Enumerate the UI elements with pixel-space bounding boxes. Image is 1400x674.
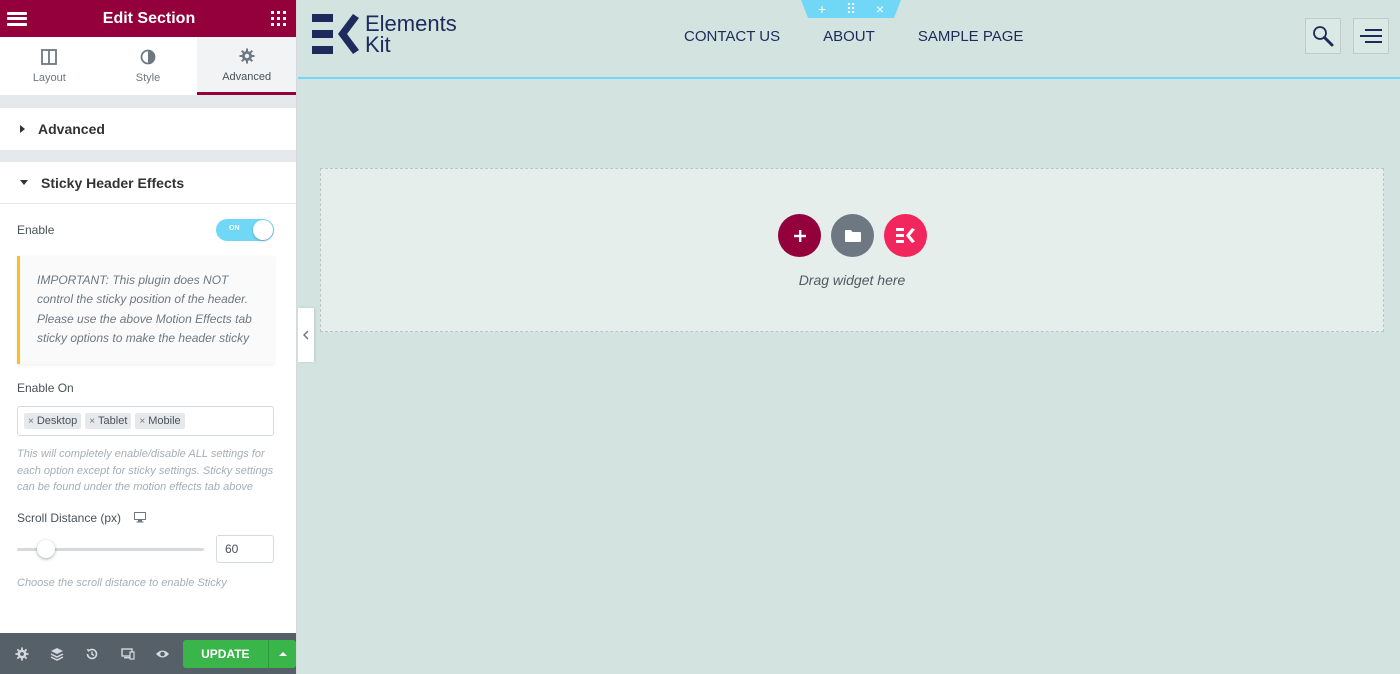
section-sticky-title: Sticky Header Effects xyxy=(41,174,185,191)
section-divider xyxy=(0,150,296,162)
drag-section-icon[interactable]: ⠿ xyxy=(846,1,856,17)
tab-advanced[interactable]: Advanced xyxy=(197,37,297,95)
navigator-layers-icon[interactable] xyxy=(39,633,74,674)
remove-chip-icon[interactable]: × xyxy=(28,416,34,427)
scroll-distance-label: Scroll Distance (px) xyxy=(17,510,122,525)
plus-icon xyxy=(793,229,806,242)
remove-chip-icon[interactable]: × xyxy=(89,416,95,427)
handle-wing xyxy=(801,0,808,18)
drop-zone-text: Drag widget here xyxy=(798,272,906,288)
enable-on-label: Enable On xyxy=(17,381,74,396)
panel-title: Edit Section xyxy=(102,9,196,27)
enable-switch[interactable]: ON xyxy=(216,219,274,241)
chip-label: Tablet xyxy=(98,415,128,428)
panel-tabs: Layout Style Advanced xyxy=(0,37,297,96)
chip-tablet: × Tablet xyxy=(85,413,132,430)
nav-link-contact-us[interactable]: CONTACT US xyxy=(684,28,780,45)
menu-lines-icon xyxy=(1360,29,1382,43)
enable-label: Enable xyxy=(17,223,55,237)
enable-control: Enable ON xyxy=(0,219,296,241)
remove-chip-icon[interactable]: × xyxy=(139,416,145,427)
handle-body: + ⠿ × xyxy=(808,0,894,18)
section-divider xyxy=(0,96,296,108)
important-notice: IMPORTANT: This plugin does NOT control … xyxy=(17,256,274,365)
section-advanced-title: Advanced xyxy=(38,121,105,137)
tab-layout[interactable]: Layout xyxy=(0,37,99,95)
close-section-icon[interactable]: × xyxy=(876,1,884,17)
desktop-device-icon[interactable] xyxy=(134,512,147,523)
widgets-grid-icon[interactable] xyxy=(270,11,286,26)
scroll-distance-description: Choose the scroll distance to enable Sti… xyxy=(17,576,227,589)
handle-wing xyxy=(894,0,901,18)
chip-label: Mobile xyxy=(148,415,181,428)
logo-wordmark: Elements Kit xyxy=(365,11,457,57)
tab-style[interactable]: Style xyxy=(98,37,198,95)
section-advanced-toggle[interactable]: Advanced xyxy=(0,108,296,150)
scroll-distance-slider[interactable] xyxy=(17,539,204,559)
nav-link-about[interactable]: ABOUT xyxy=(823,28,875,45)
offcanvas-menu-button[interactable] xyxy=(1353,18,1389,54)
menu-hamburger-icon[interactable] xyxy=(7,11,27,26)
chip-label: Desktop xyxy=(36,415,78,428)
scroll-distance-input[interactable] xyxy=(216,534,274,563)
panel-header: Edit Section xyxy=(0,0,296,37)
editor-panel: Edit Section Layout Style Advanced Advan… xyxy=(0,0,297,674)
logo-line-1: Elements xyxy=(365,11,457,36)
main-navigation: CONTACT US ABOUT SAMPLE PAGE xyxy=(684,28,1023,45)
update-button[interactable]: UPDATE xyxy=(182,639,269,668)
layout-columns-icon xyxy=(41,48,58,66)
elementskit-library-button[interactable] xyxy=(884,214,927,257)
enable-on-control: Enable On × Desktop × Tablet × Mobile This … xyxy=(0,381,296,496)
responsive-icon[interactable] xyxy=(110,633,145,674)
update-options-caret-icon[interactable] xyxy=(268,639,296,668)
elementskit-logo[interactable]: Elements Kit xyxy=(312,11,457,57)
tab-advanced-label: Advanced xyxy=(222,70,272,83)
chip-mobile: × Mobile xyxy=(135,413,185,430)
add-section-icon[interactable]: + xyxy=(818,1,826,17)
chevron-left-icon xyxy=(303,330,309,340)
enable-on-multiselect[interactable]: × Desktop × Tablet × Mobile xyxy=(17,406,274,437)
panel-collapse-handle[interactable] xyxy=(298,308,314,362)
slider-handle[interactable] xyxy=(37,539,55,558)
section-sticky-toggle[interactable]: Sticky Header Effects xyxy=(0,162,296,204)
add-template-button[interactable] xyxy=(831,214,874,257)
section-edit-handle: + ⠿ × xyxy=(801,0,901,18)
half-circle-style-icon xyxy=(140,48,156,66)
tab-style-label: Style xyxy=(135,72,161,84)
logo-line-2: Kit xyxy=(365,32,391,57)
notice-control: IMPORTANT: This plugin does NOT control … xyxy=(0,256,296,365)
gear-icon xyxy=(239,47,255,65)
switch-state-text: ON xyxy=(229,225,240,232)
caret-right-icon xyxy=(20,125,25,133)
history-icon[interactable] xyxy=(75,633,110,674)
tab-layout-label: Layout xyxy=(32,72,66,84)
chip-desktop: × Desktop xyxy=(24,413,82,430)
panel-footer: UPDATE xyxy=(0,633,296,674)
preview-eye-icon[interactable] xyxy=(145,633,180,674)
ek-logo-icon xyxy=(895,228,915,243)
scroll-distance-control: Scroll Distance (px) Choose the scroll d… xyxy=(0,511,296,592)
empty-section-drop-zone[interactable]: Drag widget here xyxy=(320,168,1384,332)
drop-zone-actions xyxy=(778,214,927,257)
nav-link-sample-page[interactable]: SAMPLE PAGE xyxy=(918,28,1024,45)
ek-logo-mark-icon xyxy=(312,14,359,54)
enable-on-description: This will completely enable/disable ALL … xyxy=(17,448,274,494)
search-icon xyxy=(1313,26,1334,47)
add-new-section-button[interactable] xyxy=(778,214,821,257)
search-button[interactable] xyxy=(1305,18,1341,54)
panel-content: Advanced Sticky Header Effects Enable ON… xyxy=(0,96,296,633)
folder-icon xyxy=(844,230,861,242)
settings-icon[interactable] xyxy=(4,633,39,674)
caret-down-icon xyxy=(20,180,28,185)
switch-knob xyxy=(253,220,273,240)
